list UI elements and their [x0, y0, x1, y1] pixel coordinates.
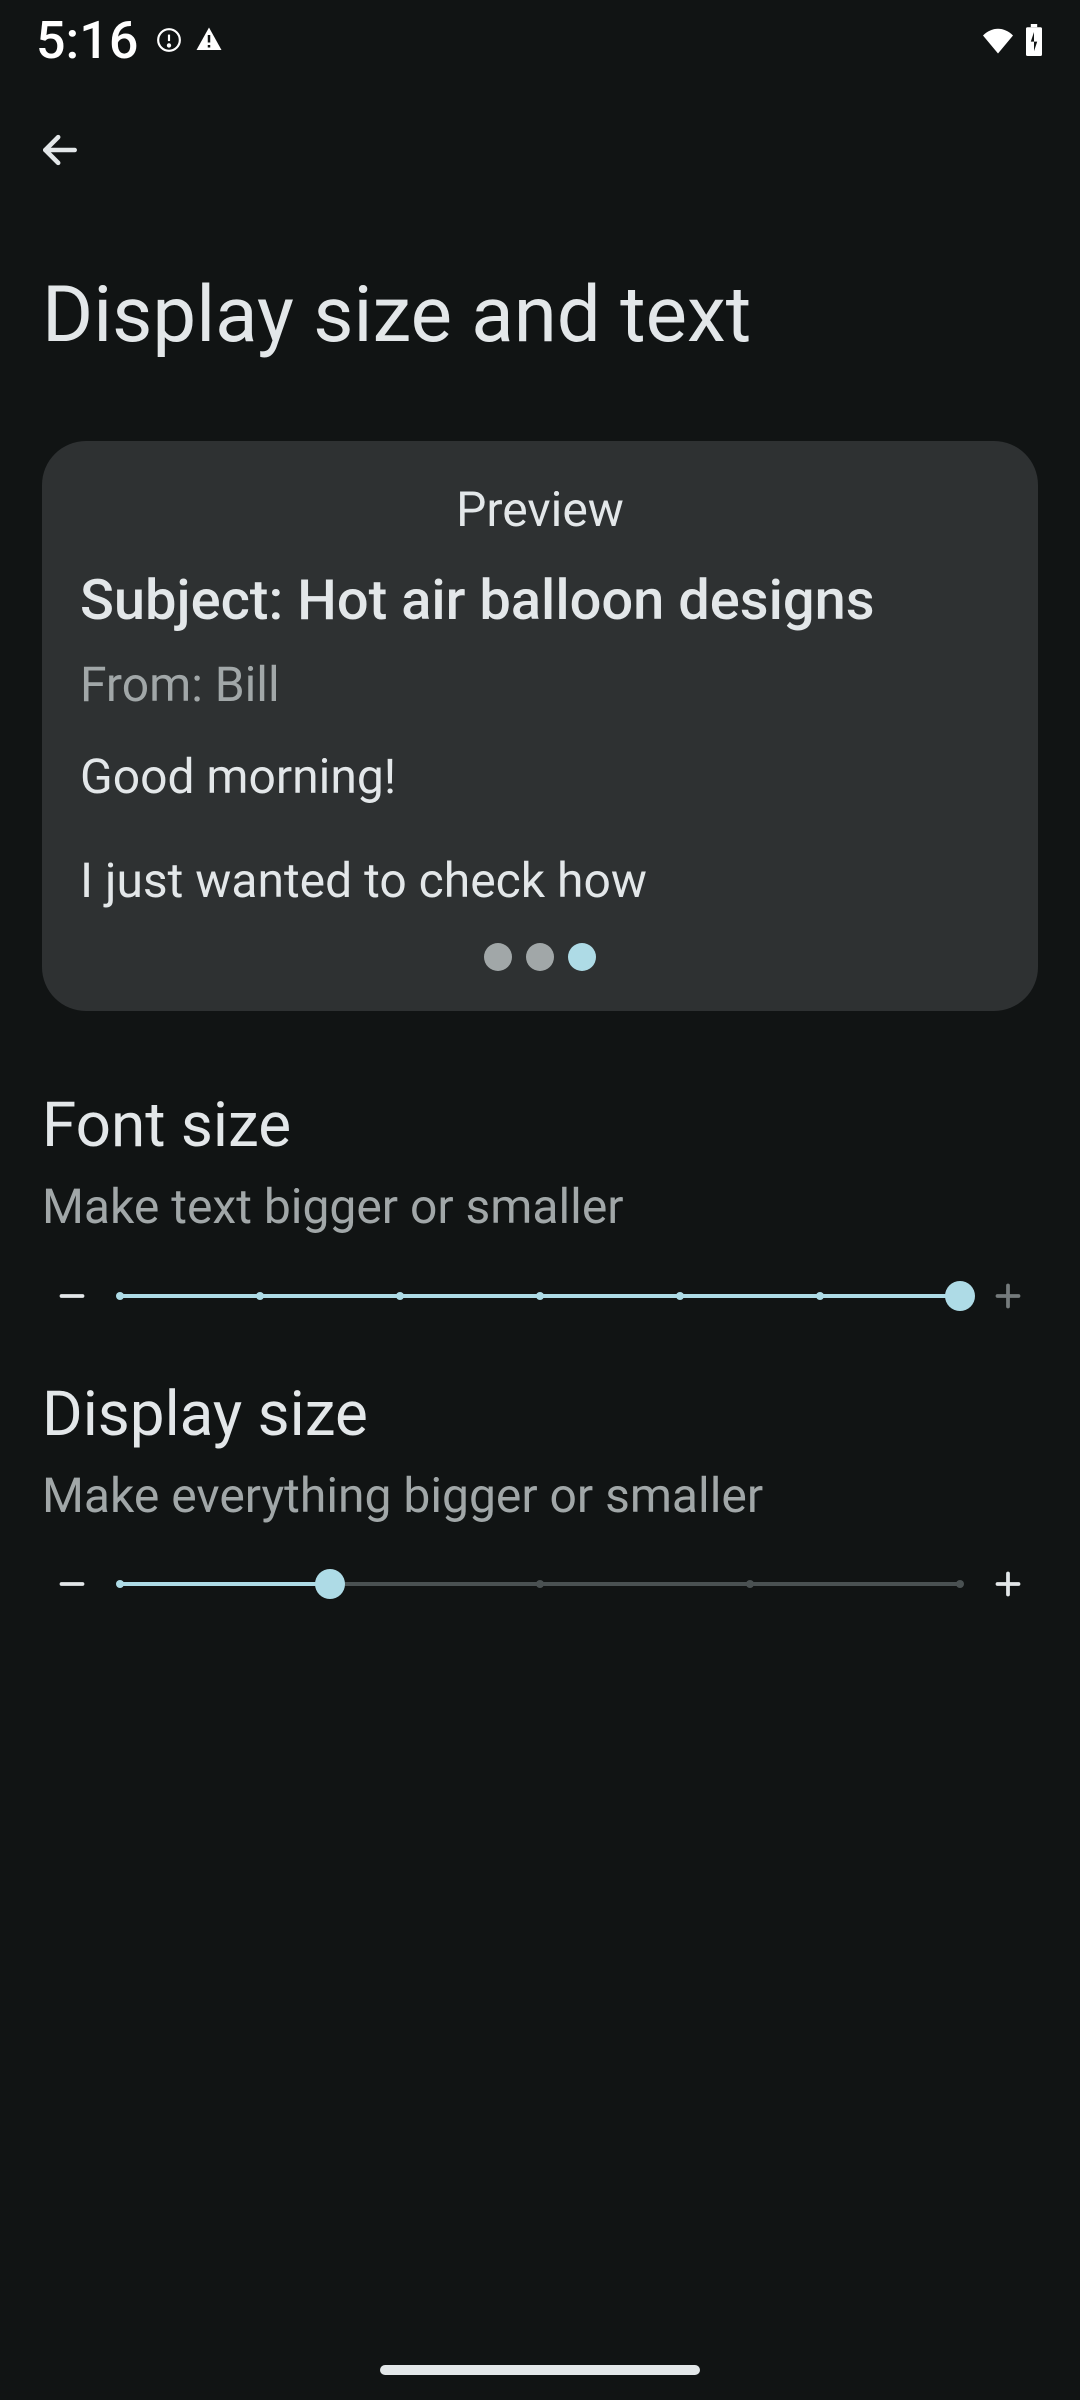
plus-icon — [990, 1566, 1026, 1602]
preview-from: From: Bill — [80, 656, 1000, 713]
battery-icon — [1024, 24, 1044, 56]
back-button[interactable] — [30, 120, 90, 180]
display-size-slider-row — [42, 1560, 1038, 1608]
font-size-section: Font size Make text bigger or smaller — [0, 1031, 1080, 1320]
font-size-subtitle: Make text bigger or smaller — [42, 1178, 1038, 1236]
font-size-title: Font size — [42, 1089, 1038, 1162]
navigation-bar — [0, 2340, 1080, 2400]
status-bar: 5:16 — [0, 0, 1080, 80]
display-size-increase-button[interactable] — [984, 1560, 1032, 1608]
preview-subject: Subject: Hot air balloon designs — [80, 568, 1000, 632]
warning-icon — [194, 25, 224, 55]
gesture-handle[interactable] — [380, 2365, 700, 2375]
font-size-slider-row — [42, 1272, 1038, 1320]
status-right — [980, 24, 1044, 56]
pager-dot-1[interactable] — [526, 943, 554, 971]
pager-dot-2[interactable] — [568, 943, 596, 971]
no-data-icon — [156, 27, 182, 53]
preview-body-text: I just wanted to check how — [80, 853, 1000, 908]
font-size-increase-button[interactable] — [984, 1272, 1032, 1320]
minus-icon — [54, 1566, 90, 1602]
wifi-icon — [980, 26, 1016, 54]
font-size-decrease-button[interactable] — [48, 1272, 96, 1320]
preview-label: Preview — [80, 481, 1000, 538]
preview-greeting: Good morning! — [80, 749, 1000, 804]
display-size-title: Display size — [42, 1378, 1038, 1451]
display-size-subtitle: Make everything bigger or smaller — [42, 1467, 1038, 1525]
status-time: 5:16 — [36, 10, 138, 71]
display-size-slider[interactable] — [120, 1564, 960, 1604]
status-left: 5:16 — [36, 10, 224, 71]
status-icons-left — [156, 25, 224, 55]
plus-icon — [990, 1278, 1026, 1314]
pager-dot-0[interactable] — [484, 943, 512, 971]
minus-icon — [54, 1278, 90, 1314]
arrow-back-icon — [38, 128, 82, 172]
pager-dots — [42, 943, 1038, 971]
display-size-section: Display size Make everything bigger or s… — [0, 1320, 1080, 1609]
page-title: Display size and text — [0, 220, 1080, 421]
app-bar — [0, 80, 1080, 220]
preview-card[interactable]: Preview Subject: Hot air balloon designs… — [42, 441, 1038, 1011]
preview-body: Good morning! I just wanted to check how — [80, 749, 1000, 907]
display-size-decrease-button[interactable] — [48, 1560, 96, 1608]
font-size-slider[interactable] — [120, 1276, 960, 1316]
